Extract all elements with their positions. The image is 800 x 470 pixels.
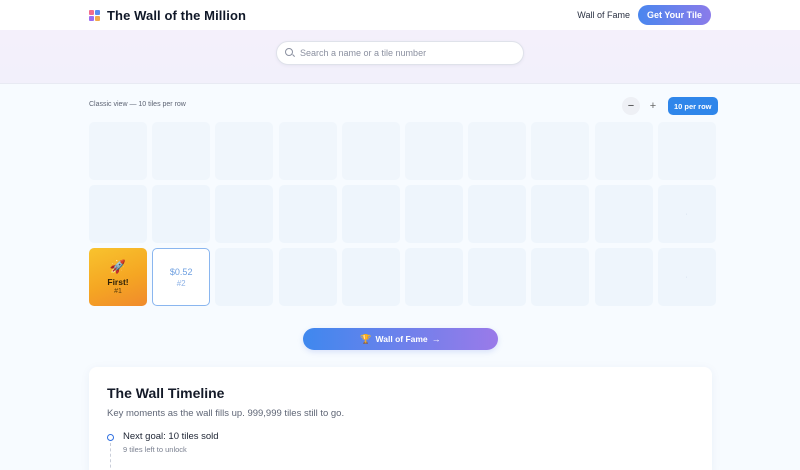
tile-dot: ·	[685, 273, 688, 281]
empty-tile[interactable]	[215, 122, 274, 180]
zoom-in-button[interactable]: +	[644, 97, 662, 115]
site-title: The Wall of the Million	[107, 7, 247, 23]
empty-tile[interactable]	[468, 185, 527, 243]
rocket-icon: 🚀	[109, 258, 127, 274]
empty-tile[interactable]	[404, 185, 463, 243]
tile-owner-name: First!	[107, 276, 129, 287]
empty-tile[interactable]	[215, 248, 274, 306]
arrow-right-icon: →	[431, 334, 441, 344]
empty-tile[interactable]	[657, 122, 716, 180]
tile-dot: ·	[685, 210, 688, 218]
hero-band	[0, 30, 800, 84]
timeline-card: The Wall Timeline Key moments as the wal…	[89, 367, 712, 470]
search-icon	[285, 48, 295, 58]
grid-logo-icon	[89, 9, 100, 21]
empty-tile[interactable]	[594, 248, 653, 306]
trophy-icon: 🏆	[360, 333, 372, 344]
empty-tile[interactable]	[278, 185, 337, 243]
tile-number: #1	[114, 287, 122, 295]
timeline-goal: Next goal: 10 tiles sold	[123, 431, 219, 442]
empty-tile[interactable]	[404, 248, 463, 306]
tiles-per-row-button[interactable]: 10 per row	[668, 97, 718, 115]
timeline-connector	[110, 443, 111, 470]
empty-tile[interactable]: ·	[657, 248, 716, 306]
empty-tile[interactable]	[404, 122, 463, 180]
empty-tile[interactable]	[152, 185, 211, 243]
empty-tile[interactable]	[341, 185, 400, 243]
empty-tile[interactable]	[594, 185, 653, 243]
nav-wall-of-fame-link[interactable]: Wall of Fame	[577, 10, 630, 20]
circle-marker-icon	[107, 434, 114, 441]
search-box[interactable]	[276, 41, 524, 65]
tile-price: $0.52	[169, 266, 193, 277]
empty-tile[interactable]	[278, 248, 337, 306]
empty-tile[interactable]	[468, 122, 527, 180]
tile-1-first[interactable]: 🚀 First! #1	[89, 248, 147, 306]
empty-tile[interactable]	[531, 185, 590, 243]
empty-tile[interactable]	[341, 248, 400, 306]
empty-tile[interactable]	[89, 122, 147, 180]
empty-tile[interactable]	[89, 185, 147, 243]
search-input[interactable]	[300, 48, 510, 58]
tile-2-available[interactable]: $0.52 #2	[152, 248, 211, 306]
wall-of-fame-button[interactable]: 🏆 Wall of Fame →	[303, 328, 498, 350]
empty-tile[interactable]	[468, 248, 527, 306]
empty-tile[interactable]: ·	[657, 185, 716, 243]
tile-number: #2	[176, 278, 186, 288]
empty-tile[interactable]	[152, 122, 211, 180]
empty-tile[interactable]	[531, 122, 590, 180]
empty-tile[interactable]	[531, 248, 590, 306]
empty-tile[interactable]	[278, 122, 337, 180]
timeline-note: 9 tiles left to unlock	[123, 445, 187, 454]
tile-grid: · 🚀 First! #1 $0.52 #2 ·	[89, 122, 716, 306]
view-mode-label: Classic view — 10 tiles per row	[89, 101, 186, 108]
wall-of-fame-label: Wall of Fame	[375, 334, 428, 344]
zoom-out-button[interactable]: −	[622, 97, 640, 115]
timeline-list: Next goal: 10 tiles sold 9 tiles left to…	[107, 431, 694, 470]
brand[interactable]: The Wall of the Million	[89, 8, 246, 23]
timeline-title: The Wall Timeline	[107, 385, 225, 401]
empty-tile[interactable]	[594, 122, 653, 180]
get-your-tile-button[interactable]: Get Your Tile	[637, 5, 711, 25]
timeline-item: Next goal: 10 tiles sold 9 tiles left to…	[107, 431, 694, 454]
view-controls: − + 10 per row	[622, 97, 718, 115]
empty-tile[interactable]	[341, 122, 400, 180]
empty-tile[interactable]	[215, 185, 274, 243]
main-nav: Wall of Fame Get Your Tile	[577, 5, 711, 25]
timeline-subtitle: Key moments as the wall fills up. 999,99…	[107, 408, 345, 419]
top-header: The Wall of the Million Wall of Fame Get…	[0, 0, 800, 30]
